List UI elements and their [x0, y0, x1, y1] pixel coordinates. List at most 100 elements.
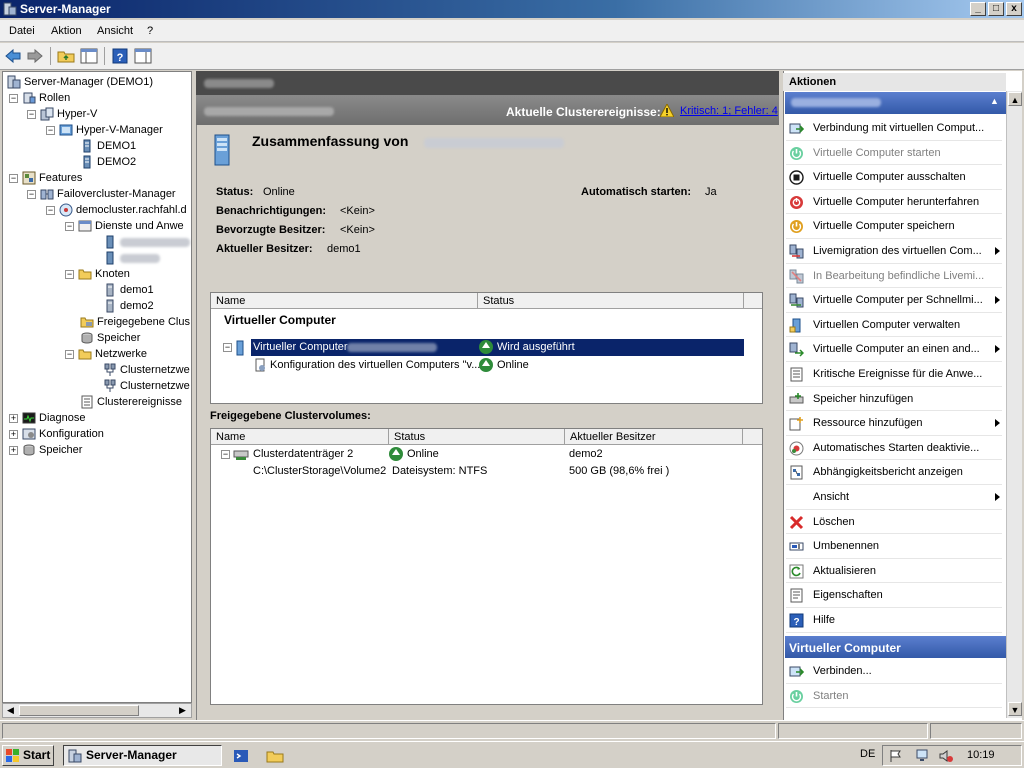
collapse-toggle-icon[interactable]: − [65, 221, 74, 231]
show-hide-action-pane-icon[interactable] [134, 47, 152, 65]
volumes-table[interactable]: Name Status Aktueller Besitzer − Cluster… [210, 428, 763, 705]
table-row[interactable]: Clusterdatenträger 2 Online demo2 [253, 446, 753, 463]
tree-item-hyperv[interactable]: − Hyper-V [27, 106, 97, 122]
folder-up-icon[interactable] [57, 47, 75, 65]
scroll-up-arrow-icon[interactable]: ▲ [1008, 92, 1022, 106]
menu-ansicht[interactable]: Ansicht [97, 25, 133, 37]
scroll-down-arrow-icon[interactable]: ▼ [1008, 702, 1022, 716]
forward-arrow-icon[interactable] [26, 47, 44, 65]
actions-vertical-scrollbar[interactable]: ▲ ▼ [1006, 91, 1022, 718]
action-item[interactable]: Abhängigkeitsbericht anzeigen [786, 460, 1002, 485]
tree-item-node-demo1[interactable]: demo1 [103, 282, 154, 298]
start-button[interactable]: Start [2, 745, 54, 766]
expand-toggle-icon[interactable]: + [9, 445, 18, 455]
action-item[interactable]: Speicher hinzufügen [786, 387, 1002, 412]
action-item[interactable]: Ansicht [786, 485, 1002, 510]
collapse-toggle-icon[interactable]: − [27, 109, 36, 119]
action-item[interactable]: Starten [786, 684, 1002, 709]
expand-toggle-icon[interactable]: + [9, 429, 18, 439]
action-item[interactable]: Virtuelle Computer per Schnellmi... [786, 288, 1002, 313]
menu-datei[interactable]: Datei [9, 25, 35, 37]
collapse-toggle-icon[interactable]: − [221, 450, 230, 459]
tree-item-netzwerke[interactable]: − Netzwerke [65, 346, 147, 362]
tree-item-konfiguration[interactable]: + Konfiguration [9, 426, 104, 442]
expand-toggle-icon[interactable]: + [9, 413, 18, 423]
clock[interactable]: 10:19 [967, 749, 995, 761]
action-item[interactable]: Virtuelle Computer an einen and... [786, 337, 1002, 362]
action-item[interactable]: Virtuelle Computer ausschalten [786, 165, 1002, 190]
tree-item-demo1[interactable]: DEMO1 [80, 138, 136, 154]
tree-item-clusterereignisse[interactable]: Clusterereignisse [80, 394, 182, 410]
collapse-group-icon[interactable]: ▲ [990, 96, 1000, 106]
action-item[interactable]: Livemigration des virtuellen Com... [786, 239, 1002, 264]
column-header-status[interactable]: Status [389, 429, 565, 445]
actions-group-header-selected[interactable]: ▲ [785, 92, 1006, 114]
action-item[interactable]: ? Hilfe [786, 608, 1002, 633]
action-item[interactable]: Virtuelle Computer starten [786, 141, 1002, 166]
minimize-button[interactable]: _ [970, 2, 986, 16]
powershell-icon[interactable] [233, 748, 249, 764]
action-item[interactable]: Virtuellen Computer verwalten [786, 313, 1002, 338]
column-header-name[interactable]: Name [211, 293, 478, 309]
scroll-right-arrow-icon[interactable]: ▶ [176, 705, 189, 716]
network-tray-icon[interactable] [915, 749, 929, 763]
tree-item-failovercluster-manager[interactable]: − Failovercluster-Manager [27, 186, 176, 202]
action-item[interactable]: Umbenennen [786, 534, 1002, 559]
tree-item-server-manager[interactable]: Server-Manager (DEMO1) [7, 74, 153, 90]
collapse-toggle-icon[interactable]: − [65, 349, 74, 359]
action-item[interactable]: In Bearbeitung befindliche Livemi... [786, 264, 1002, 289]
collapse-toggle-icon[interactable]: − [46, 205, 55, 215]
menu-aktion[interactable]: Aktion [51, 25, 82, 37]
action-item[interactable]: Verbinden... [786, 659, 1002, 684]
show-hide-tree-icon[interactable] [80, 47, 98, 65]
tree-item-speicher[interactable]: + Speicher [9, 442, 82, 458]
maximize-button[interactable]: □ [988, 2, 1004, 16]
collapse-toggle-icon[interactable]: − [27, 189, 36, 199]
collapse-toggle-icon[interactable]: − [9, 173, 18, 183]
title-bar[interactable]: Server-Manager _ □ x [0, 0, 1024, 18]
collapse-toggle-icon[interactable]: − [65, 269, 74, 279]
action-item[interactable]: Verbindung mit virtuellen Comput... [786, 116, 1002, 141]
taskbar-app-server-manager[interactable]: Server-Manager [63, 745, 222, 766]
tree-item-democluster[interactable]: − democluster.rachfahl.d [46, 202, 187, 218]
cluster-events-link[interactable]: Kritisch: 1; Fehler: 4 [680, 105, 778, 117]
tree-horizontal-scrollbar[interactable]: ◀ ▶ [2, 703, 192, 718]
action-item[interactable]: Virtuelle Computer speichern [786, 214, 1002, 239]
action-item[interactable]: Virtuelle Computer herunterfahren [786, 190, 1002, 215]
tree-item-features[interactable]: − Features [9, 170, 82, 186]
action-item[interactable]: Aktualisieren [786, 559, 1002, 584]
tree-item-freigegebene-clustervolumes[interactable]: Freigegebene Clus [80, 314, 190, 330]
actions-group-header-vm[interactable]: Virtueller Computer [785, 636, 1006, 658]
collapse-toggle-icon[interactable]: − [9, 93, 18, 103]
explorer-folder-icon[interactable] [266, 748, 284, 764]
tree-item-dienste[interactable]: − Dienste und Anwe [65, 218, 184, 234]
close-button[interactable]: x [1006, 2, 1022, 16]
tree-item-node-demo2[interactable]: demo2 [103, 298, 154, 314]
help-icon[interactable]: ? [111, 47, 129, 65]
tree-item-clusternetzwerk-2[interactable]: Clusternetzwe [103, 378, 190, 394]
menu-help[interactable]: ? [147, 25, 153, 37]
navigation-tree[interactable]: Server-Manager (DEMO1) − Rollen − Hyper-V … [2, 71, 192, 703]
column-header-status[interactable]: Status [478, 293, 744, 309]
action-item[interactable]: Löschen [786, 510, 1002, 535]
vm-table[interactable]: Name Status Virtueller Computer Virtuell… [210, 292, 763, 404]
tree-item-demo2[interactable]: DEMO2 [80, 154, 136, 170]
action-item[interactable]: Kritische Ereignisse für die Anwe... [786, 362, 1002, 387]
scroll-thumb[interactable] [19, 705, 139, 716]
tree-item-redacted-vm[interactable] [103, 250, 160, 266]
column-header-owner[interactable]: Aktueller Besitzer [565, 429, 743, 445]
flag-icon[interactable] [889, 749, 903, 763]
table-row[interactable]: Konfiguration des virtuellen Computers "… [251, 357, 744, 374]
tree-item-rollen[interactable]: − Rollen [9, 90, 70, 106]
action-item[interactable]: Ressource hinzufügen [786, 411, 1002, 436]
column-header-name[interactable]: Name [211, 429, 389, 445]
tree-item-speicher-cluster[interactable]: Speicher [80, 330, 140, 346]
table-row[interactable]: C:\ClusterStorage\Volume2 Dateisystem: N… [253, 463, 753, 480]
action-item[interactable]: Automatisches Starten deaktivie... [786, 436, 1002, 461]
tree-item-diagnose[interactable]: + Diagnose [9, 410, 85, 426]
volume-muted-icon[interactable] [939, 749, 953, 763]
language-indicator[interactable]: DE [860, 748, 875, 760]
back-arrow-icon[interactable] [4, 47, 22, 65]
tree-item-knoten[interactable]: − Knoten [65, 266, 130, 282]
tree-item-clusternetzwerk-1[interactable]: Clusternetzwe [103, 362, 190, 378]
